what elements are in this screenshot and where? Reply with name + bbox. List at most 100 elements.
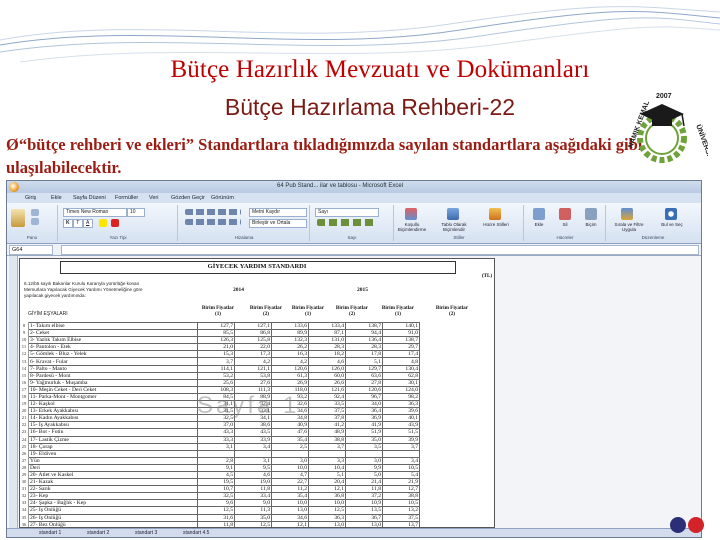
price-cell: 13,7 — [382, 520, 420, 527]
sort-filter-icon[interactable] — [621, 208, 633, 220]
price-cell: 10,0 — [308, 499, 346, 508]
price-cell: 4,6 — [234, 470, 272, 480]
font-color-icon[interactable] — [111, 219, 119, 227]
underline-icon[interactable]: A — [83, 219, 93, 228]
item-name-cell: 12- Kaşkol — [28, 400, 198, 409]
price-cell: 5,0 — [345, 470, 383, 480]
conditional-formatting-label[interactable]: Koşullu Biçimlendirme — [395, 222, 429, 232]
conditional-formatting-icon[interactable] — [405, 208, 417, 220]
format-cells-icon[interactable] — [585, 208, 597, 220]
ribbon-tab-view[interactable]: Görünüm — [211, 195, 234, 201]
sheet-tab-1[interactable]: standart 1 — [39, 530, 61, 536]
price-cell — [308, 449, 346, 458]
bold-icon[interactable]: K — [63, 219, 73, 228]
sheet-tab-4[interactable]: standart 4.5 — [183, 530, 209, 536]
cut-icon[interactable] — [31, 209, 39, 216]
excel-window: 64 Pub Stand... ilar ve tablosu - Micros… — [6, 180, 702, 538]
copy-icon[interactable] — [31, 218, 39, 225]
price-cell: 15,3 — [197, 350, 235, 359]
price-cell: 127,1 — [234, 321, 272, 331]
item-name-cell: 15- İş Ayakkabısı — [28, 421, 198, 430]
price-cell: 13,0 — [308, 520, 346, 527]
ribbon-tab-page-layout[interactable]: Sayfa Düzeni — [73, 195, 106, 201]
price-cell: 4,7 — [271, 470, 309, 480]
table-row: 16 9- Yağmurluk - Muşamba 25,6 27,6 26,9 26,6… — [20, 378, 420, 387]
clothing-standard-table: 8 1- Takım elbise 127,7 127,1 133,6 133,4 138,… — [20, 321, 420, 527]
price-cell: 96,7 — [345, 392, 383, 402]
price-cell: 28,3 — [345, 343, 383, 352]
item-name-cell: 1- Takım elbise — [28, 321, 198, 331]
merge-center-button[interactable]: Birleştir ve Ortala — [249, 219, 307, 228]
price-cell — [197, 449, 235, 458]
price-cell: 94,4 — [345, 329, 383, 338]
cell-styles-label[interactable]: Hücre Stilleri — [479, 222, 513, 227]
format-cells-label[interactable]: Biçim — [579, 222, 603, 227]
item-name-cell: 19- Eldiven — [28, 449, 198, 458]
number-format-icons[interactable] — [317, 219, 375, 226]
delete-cells-icon[interactable] — [559, 208, 571, 220]
item-name-cell: 21- Kazak — [28, 478, 198, 487]
ribbon-tab-home[interactable]: Giriş — [25, 195, 36, 201]
paste-icon[interactable] — [11, 209, 25, 227]
price-cell: 31,6 — [197, 513, 235, 522]
ribbon-tab-formulas[interactable]: Formüller — [115, 195, 138, 201]
sheet-tab-2[interactable]: standart 2 — [87, 530, 109, 536]
item-name-cell: 17- Lastik Çizme — [28, 435, 198, 444]
price-cell: 10,5 — [382, 499, 420, 508]
table-row: 12 5- Gömlek - Bluz - Yelek 15,3 17,3 16,3 18… — [20, 350, 420, 359]
ribbon: Pano Times New Roman 10 K T A Yazı Tipi … — [7, 203, 701, 244]
formula-input[interactable] — [61, 245, 699, 255]
table-row: 35 26- İş Önlüğü 31,6 35,0 34,6 36,3 36,7 37,5 — [20, 513, 420, 522]
price-cell: 3,4 — [234, 442, 272, 451]
ribbon-tab-data[interactable]: Veri — [149, 195, 158, 201]
price-cell: 27,8 — [345, 378, 383, 387]
price-cell: 41,9 — [345, 421, 383, 430]
price-cell: 12,7 — [382, 485, 420, 494]
sort-filter-label[interactable]: Sırala ve Filtre Uygula — [609, 222, 649, 232]
item-name-cell: 26- İş Önlüğü — [28, 513, 198, 522]
font-size-select[interactable]: 10 — [127, 208, 145, 217]
row-number: 21 — [20, 414, 29, 422]
price-cell: 26,9 — [271, 378, 309, 387]
price-cell: 43,9 — [382, 421, 420, 430]
price-cell: 92,4 — [308, 392, 346, 402]
table-row: 29 20- Atlet ve Kaskel 4,5 4,6 4,7 5,1 5,0 5,4 — [20, 470, 420, 480]
find-select-icon[interactable] — [665, 208, 677, 220]
ribbon-group-styles: Koşullu Biçimlendirme Tablo Olarak Biçim… — [395, 205, 524, 241]
price-cell: 11,3 — [234, 506, 272, 515]
price-cell: 35,4 — [271, 492, 309, 501]
format-as-table-label[interactable]: Tablo Olarak Biçimlendir — [435, 222, 473, 232]
row-number: 30 — [20, 478, 29, 486]
insert-cells-icon[interactable] — [533, 208, 545, 220]
name-box[interactable]: G64 — [9, 245, 53, 255]
price-cell: 60,0 — [308, 371, 346, 380]
delete-cells-label[interactable]: Sil — [553, 222, 577, 227]
price-cell: 12,5 — [308, 506, 346, 515]
price-cell: 125,8 — [234, 336, 272, 345]
sheet-tab-3[interactable]: standart 3 — [135, 530, 157, 536]
wrap-text-button[interactable]: Metni Kaydır — [249, 208, 307, 217]
worksheet-area[interactable]: GİYECEK YARDIM STANDARDI (TL) 6.12/b5 sa… — [7, 256, 701, 528]
ribbon-tab-insert[interactable]: Ekle — [51, 195, 62, 201]
fill-color-icon[interactable] — [99, 219, 107, 227]
find-select-label[interactable]: Bul ve Seç — [655, 222, 689, 227]
price-cell: 3,1 — [234, 456, 272, 465]
align-icons[interactable] — [185, 209, 241, 215]
indent-icons[interactable] — [185, 219, 241, 225]
price-cell: 33,3 — [197, 435, 235, 444]
price-cell: 36,4 — [345, 407, 383, 416]
price-cell: 13,2 — [382, 506, 420, 515]
office-button-icon[interactable] — [9, 182, 19, 192]
font-name-select[interactable]: Times New Roman — [63, 208, 127, 217]
row-number: 12 — [20, 350, 29, 358]
italic-icon[interactable]: T — [73, 219, 83, 228]
cell-styles-icon[interactable] — [489, 208, 501, 220]
item-name-cell: 10- Meşin Ceket - Deri Ceket — [28, 385, 198, 394]
insert-cells-label[interactable]: Ekle — [527, 222, 551, 227]
ribbon-tab-review[interactable]: Gözden Geçir — [171, 195, 205, 201]
item-name-cell: 16- Bot - Fotin — [28, 428, 198, 437]
number-format-select[interactable]: Sayı — [315, 208, 379, 217]
price-cell: 136,4 — [345, 336, 383, 345]
price-cell: 22,0 — [234, 343, 272, 352]
format-as-table-icon[interactable] — [447, 208, 459, 220]
